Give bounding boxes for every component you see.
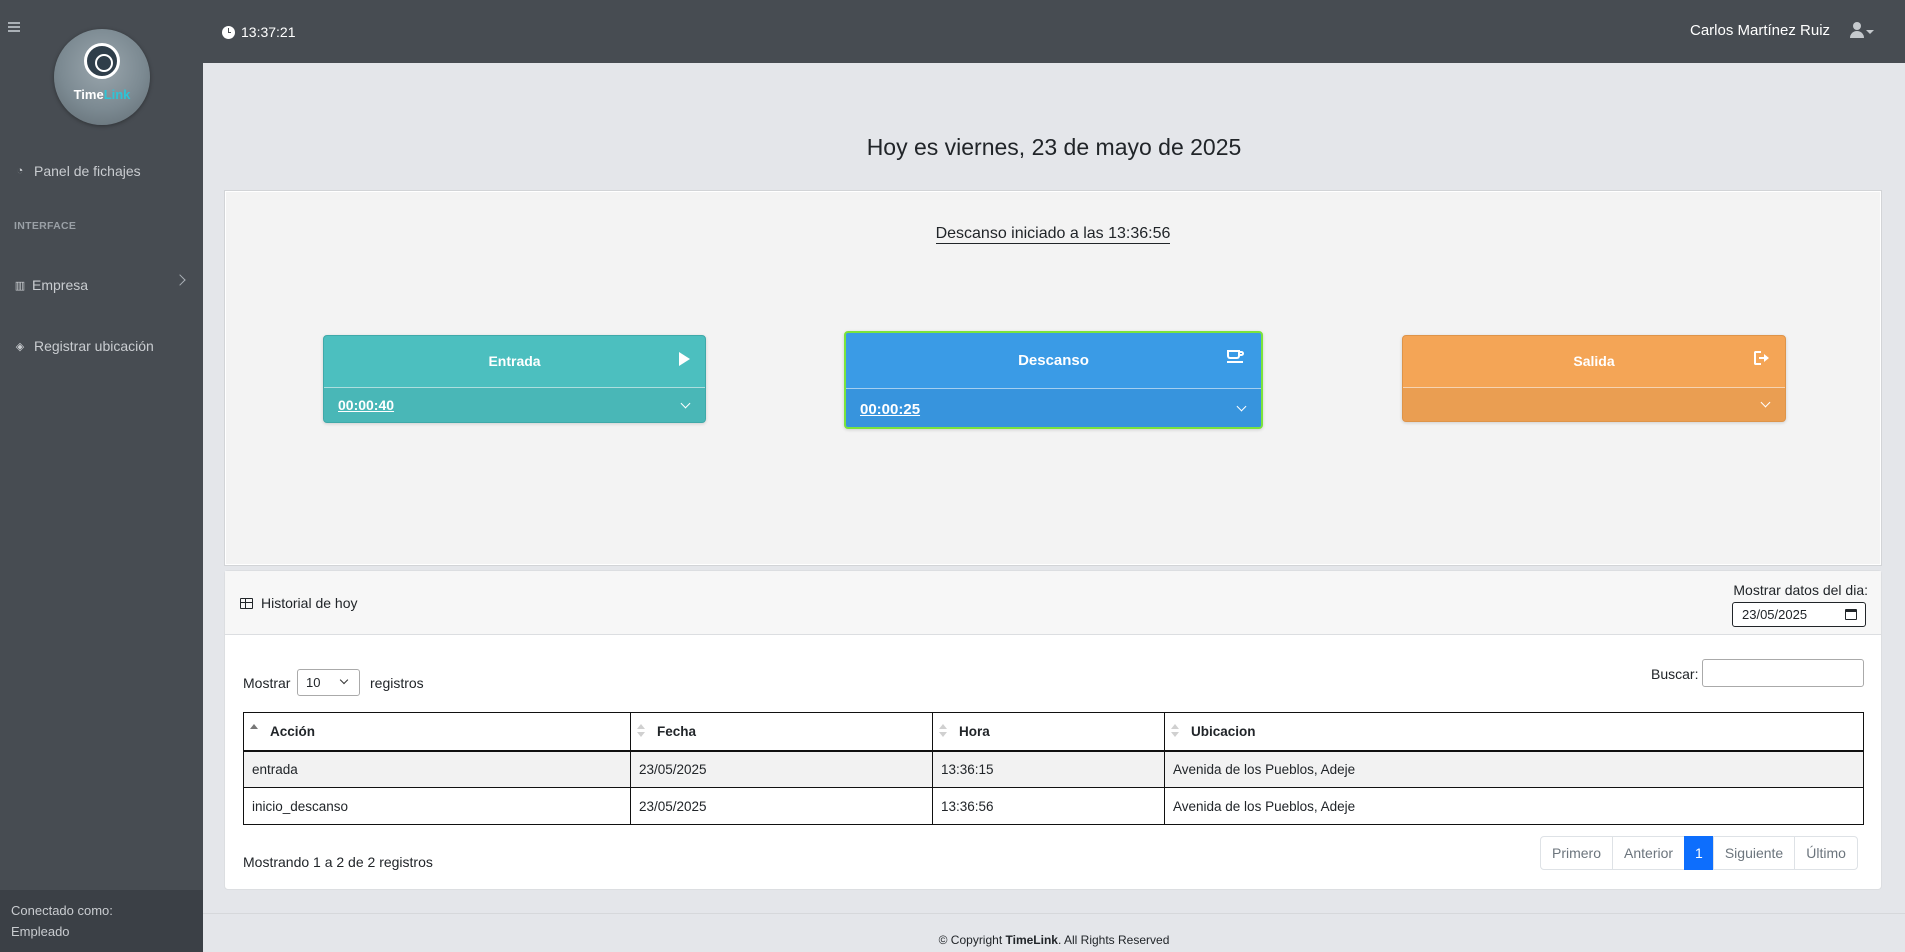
page-first-button[interactable]: Primero bbox=[1540, 836, 1614, 870]
page-last-button[interactable]: Último bbox=[1794, 836, 1858, 870]
cell-accion: entrada bbox=[243, 750, 631, 788]
history-title: Historial de hoy bbox=[240, 595, 358, 611]
history-header: Historial de hoy Mostrar datos del dia: … bbox=[225, 571, 1881, 635]
descanso-label: Descanso bbox=[1018, 352, 1089, 369]
sidebar-item-label: Registrar ubicación bbox=[34, 338, 154, 354]
logo-wordmark: TimeLink bbox=[73, 87, 131, 102]
sidebar: TimeLink ◔ Panel de fichajes INTERFACE ▥… bbox=[0, 0, 203, 952]
punch-panel: Descanso iniciado a las 13:36:56 Entrada… bbox=[224, 190, 1882, 566]
history-card: Historial de hoy Mostrar datos del dia: … bbox=[224, 570, 1882, 890]
app-logo[interactable]: TimeLink bbox=[54, 29, 150, 125]
cell-hora: 13:36:15 bbox=[932, 750, 1165, 788]
day-filter-label: Mostrar datos del dia: bbox=[1733, 582, 1868, 598]
descanso-card[interactable]: Descanso 00:00:25 bbox=[844, 331, 1263, 429]
salida-button[interactable]: Salida bbox=[1403, 336, 1785, 387]
play-icon bbox=[679, 352, 690, 366]
entrada-button[interactable]: Entrada bbox=[324, 336, 705, 387]
search-input[interactable] bbox=[1702, 659, 1864, 687]
sort-icon bbox=[637, 724, 645, 738]
chevron-down-icon[interactable] bbox=[680, 398, 691, 409]
table-row: entrada 23/05/2025 13:36:15 Avenida de l… bbox=[243, 750, 1864, 788]
length-label: Mostrar bbox=[243, 675, 291, 691]
calendar-icon[interactable] bbox=[1845, 609, 1857, 620]
footer-brand: TimeLink bbox=[1005, 933, 1058, 947]
column-header-ubicacion[interactable]: Ubicacion bbox=[1164, 712, 1864, 752]
status-message: Descanso iniciado a las 13:36:56 bbox=[935, 225, 1171, 244]
sidebar-item-panel-fichajes[interactable]: ◔ Panel de fichajes bbox=[14, 163, 141, 179]
sidebar-item-label: Panel de fichajes bbox=[34, 163, 141, 179]
cell-fecha: 23/05/2025 bbox=[630, 787, 933, 825]
column-header-accion[interactable]: Acción bbox=[243, 712, 631, 752]
gauge-icon: ◔ bbox=[16, 165, 24, 177]
user-menu-icon[interactable] bbox=[1848, 22, 1874, 40]
salida-footer[interactable] bbox=[1403, 387, 1785, 421]
live-clock: 13:37:21 bbox=[222, 24, 296, 40]
menu-toggle-icon[interactable] bbox=[8, 22, 20, 32]
sidebar-footer: Conectado como: Empleado bbox=[0, 890, 203, 952]
cell-ubicacion: Avenida de los Pueblos, Adeje bbox=[1164, 787, 1864, 825]
pagination: Primero Anterior 1 Siguiente Último bbox=[1540, 836, 1858, 870]
footer-divider bbox=[203, 913, 1905, 914]
user-name: Carlos Martínez Ruiz bbox=[1690, 22, 1831, 39]
entrada-elapsed-link[interactable]: 00:00:40 bbox=[338, 397, 394, 413]
sort-icon bbox=[939, 724, 947, 738]
page-prev-button[interactable]: Anterior bbox=[1612, 836, 1686, 870]
cell-accion: inicio_descanso bbox=[243, 787, 631, 825]
day-date-input[interactable]: 23/05/2025 bbox=[1732, 602, 1866, 627]
cell-fecha: 23/05/2025 bbox=[630, 750, 933, 788]
search-label: Buscar: bbox=[1651, 666, 1699, 682]
clock-icon bbox=[222, 25, 235, 39]
sign-out-icon bbox=[1754, 351, 1770, 365]
chevron-down-icon[interactable] bbox=[1760, 397, 1771, 408]
user-role: Empleado bbox=[11, 924, 70, 939]
clock-time: 13:37:21 bbox=[241, 24, 296, 40]
topbar: 13:37:21 Carlos Martínez Ruiz bbox=[203, 0, 1905, 63]
salida-label: Salida bbox=[1573, 353, 1615, 369]
page-title: Hoy es viernes, 23 de mayo de 2025 bbox=[866, 134, 1242, 160]
footer: © Copyright TimeLink. All Rights Reserve… bbox=[938, 933, 1170, 947]
clock-emblem-icon bbox=[84, 43, 120, 79]
cell-ubicacion: Avenida de los Pueblos, Adeje bbox=[1164, 750, 1864, 788]
entrada-card[interactable]: Entrada 00:00:40 bbox=[323, 335, 706, 423]
sidebar-item-label: Empresa bbox=[32, 277, 89, 293]
sidebar-heading: INTERFACE bbox=[14, 220, 77, 232]
chevron-down-icon bbox=[339, 675, 349, 685]
table-info: Mostrando 1 a 2 de 2 registros bbox=[243, 854, 433, 870]
page-current-button[interactable]: 1 bbox=[1684, 836, 1714, 870]
salida-card[interactable]: Salida bbox=[1402, 335, 1786, 422]
descanso-elapsed-link[interactable]: 00:00:25 bbox=[860, 401, 920, 418]
page-length-select[interactable]: 10 bbox=[297, 669, 360, 696]
descanso-button[interactable]: Descanso bbox=[846, 333, 1261, 388]
sidebar-item-empresa[interactable]: ▥ Empresa bbox=[14, 277, 88, 293]
coffee-cup-icon bbox=[1227, 350, 1245, 364]
page-next-button[interactable]: Siguiente bbox=[1712, 836, 1796, 870]
sort-icon bbox=[1171, 724, 1179, 738]
history-table: Acción Fecha Hora Ubicacion entrada 23/0… bbox=[243, 712, 1864, 825]
table-icon bbox=[240, 597, 253, 609]
entrada-footer[interactable]: 00:00:40 bbox=[324, 387, 705, 422]
length-suffix: registros bbox=[370, 675, 424, 691]
connected-as-label: Conectado como: bbox=[11, 903, 113, 918]
entrada-label: Entrada bbox=[488, 353, 541, 369]
building-icon: ▥ bbox=[14, 279, 26, 292]
sort-asc-icon bbox=[250, 724, 258, 738]
column-header-fecha[interactable]: Fecha bbox=[630, 712, 933, 752]
chevron-down-icon[interactable] bbox=[1236, 401, 1247, 412]
cell-hora: 13:36:56 bbox=[932, 787, 1165, 825]
chevron-right-icon[interactable] bbox=[174, 274, 186, 286]
descanso-footer[interactable]: 00:00:25 bbox=[846, 388, 1261, 427]
sidebar-item-registrar-ubicacion[interactable]: ◈ Registrar ubicación bbox=[14, 338, 154, 354]
location-icon: ◈ bbox=[15, 340, 25, 353]
column-header-hora[interactable]: Hora bbox=[932, 712, 1165, 752]
table-row: inicio_descanso 23/05/2025 13:36:56 Aven… bbox=[243, 787, 1864, 825]
